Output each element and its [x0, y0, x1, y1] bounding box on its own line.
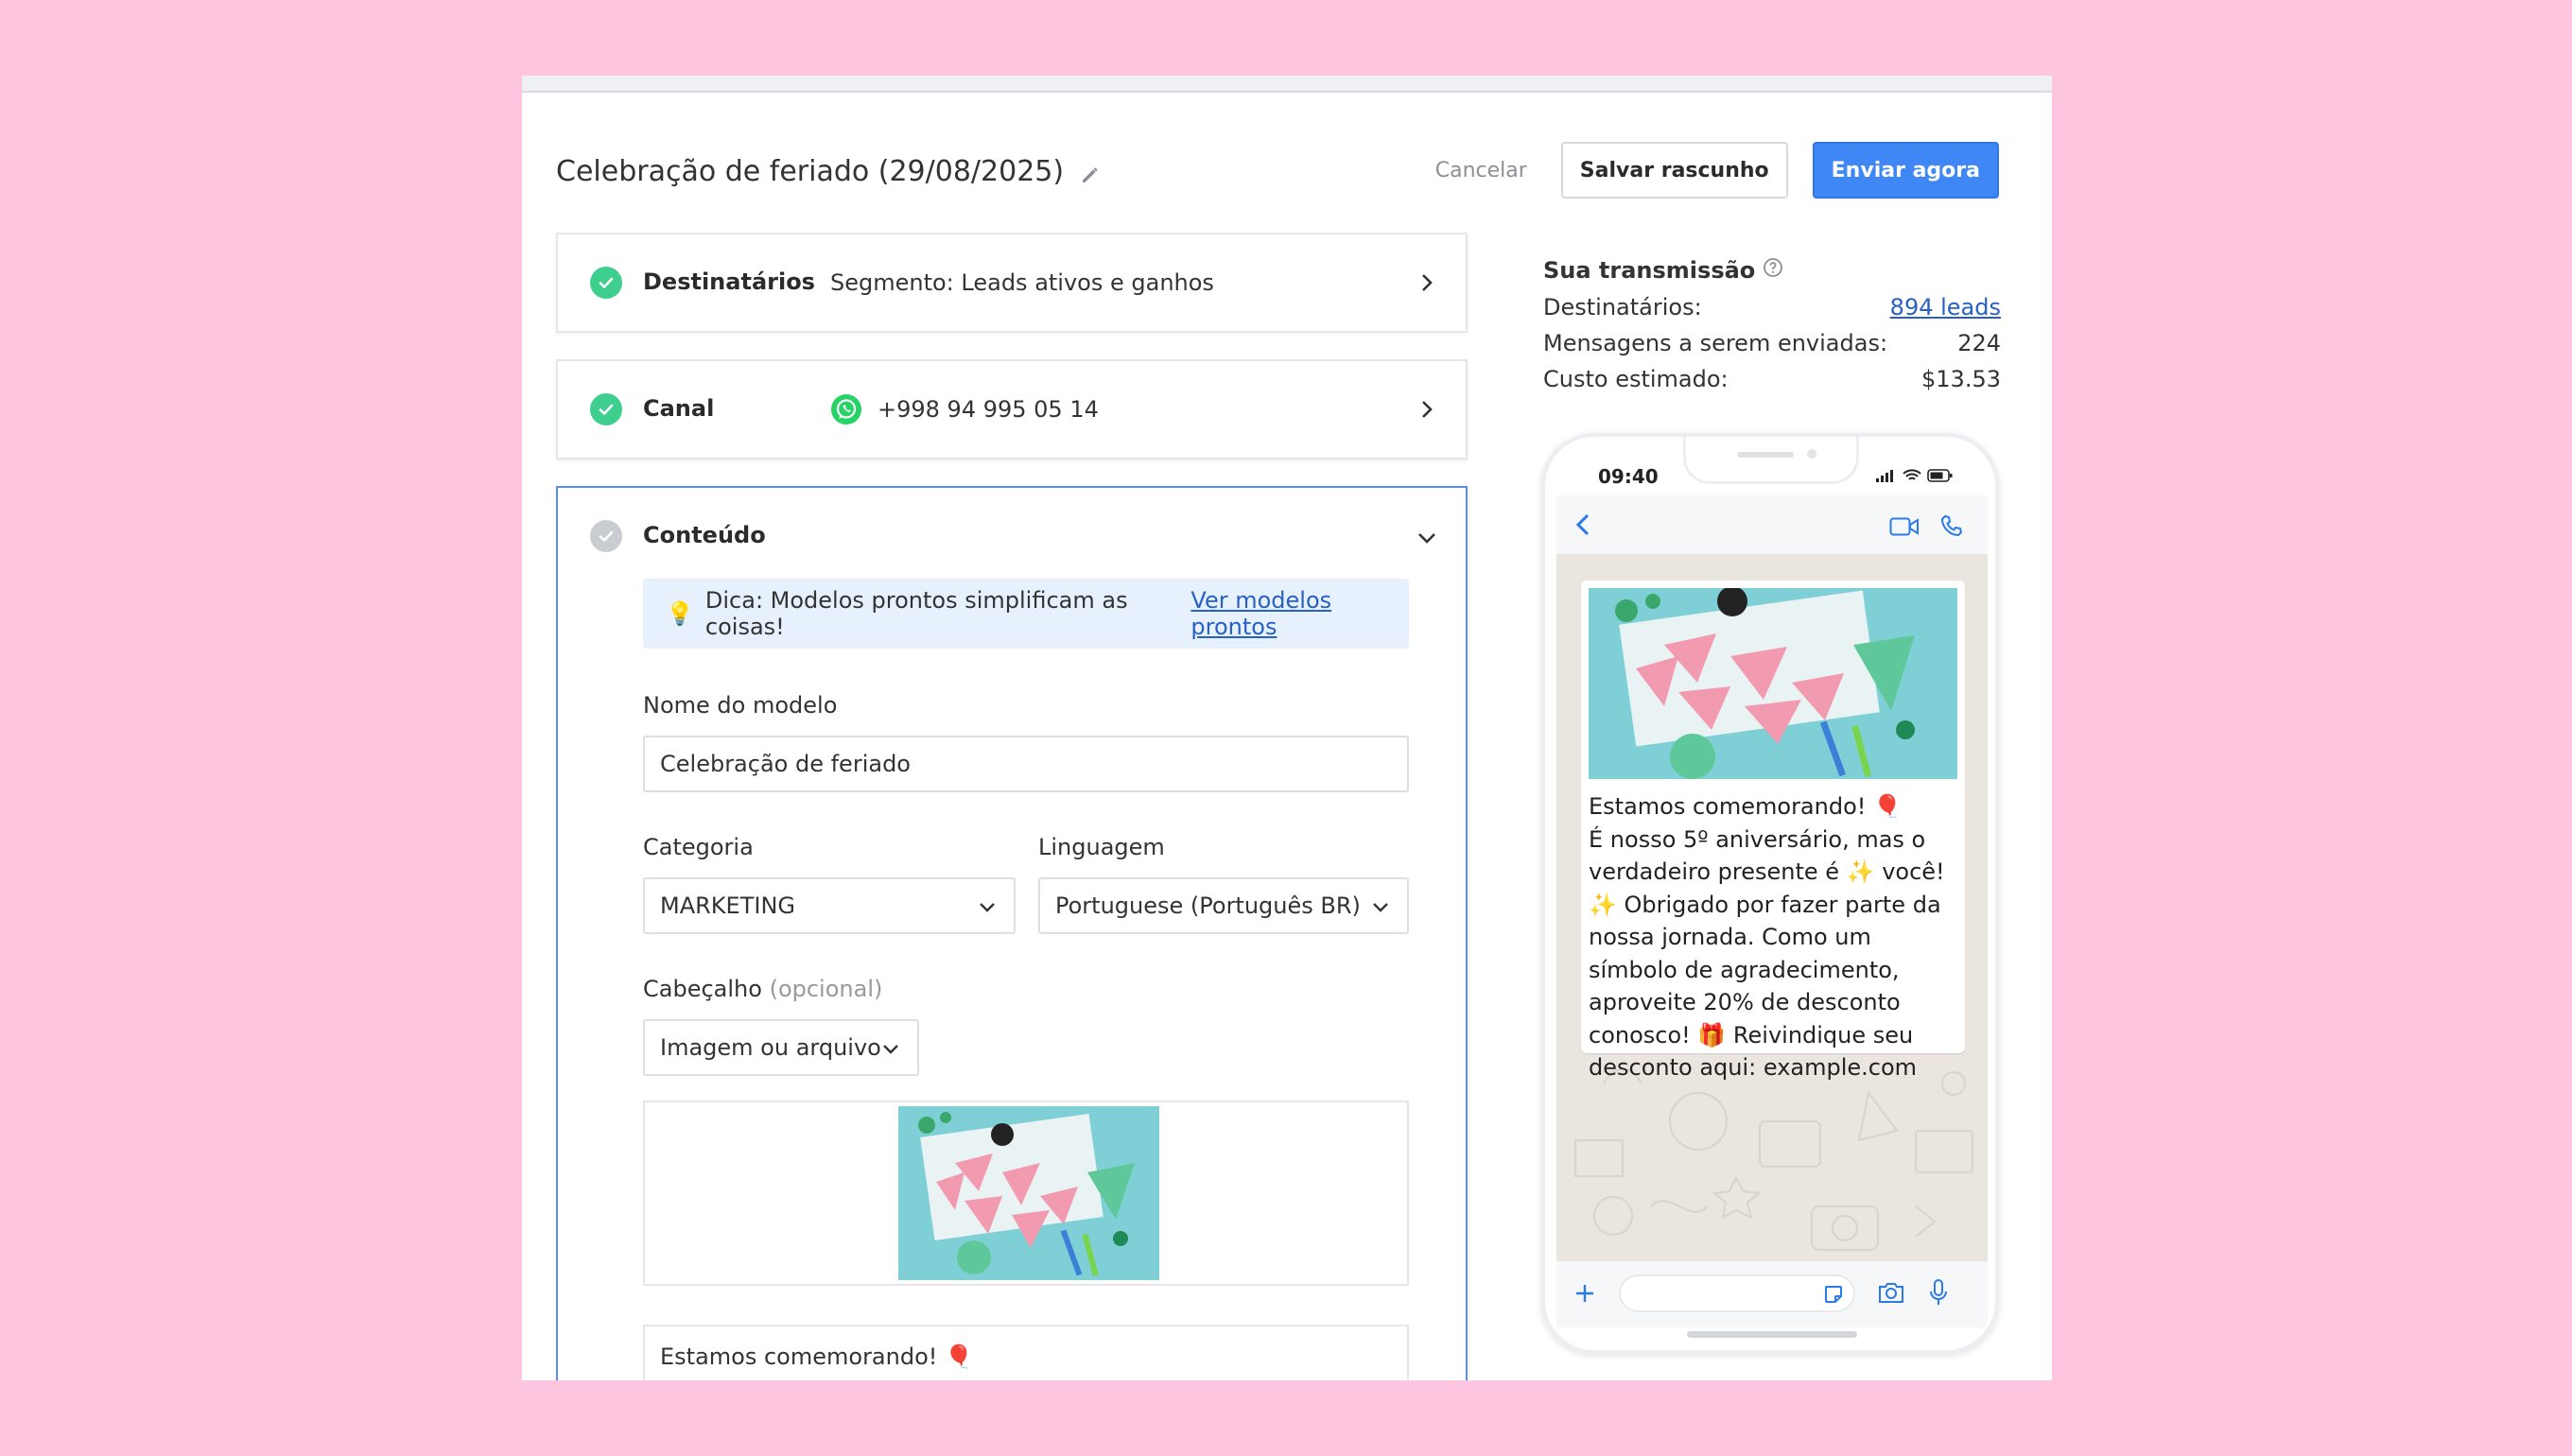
camera-icon[interactable] [1878, 1280, 1904, 1305]
header-image-preview-box[interactable] [643, 1101, 1409, 1286]
tip-text: Dica: Modelos prontos simplificam as coi… [704, 587, 1128, 640]
language-label: Linguagem [1038, 834, 1165, 860]
chevron-right-icon [1422, 401, 1433, 418]
content-label: Conteúdo [643, 522, 766, 548]
channel-phone-number: +998 94 995 05 14 [878, 396, 1099, 423]
broadcast-editor: Celebração de feriado (29/08/2025) Cance… [522, 76, 2052, 1380]
chevron-down-icon [980, 903, 995, 912]
whatsapp-chat-area: Estamos comemorando! 🎈 É nosso 5º aniver… [1556, 554, 1988, 1261]
header-type-select[interactable]: Imagem ou arquivo [643, 1019, 919, 1076]
signal-icon [1876, 470, 1893, 482]
summary-title: Sua transmissão [1543, 257, 1756, 284]
sticker-icon[interactable] [1823, 1284, 1844, 1305]
check-icon [590, 520, 622, 552]
status-icons [1876, 469, 1954, 482]
tip-banner: 💡 Dica: Modelos prontos simplificam as c… [643, 579, 1409, 649]
whatsapp-icon [830, 393, 862, 425]
summary-recipients-label: Destinatários: [1543, 294, 1702, 321]
recipients-label: Destinatários [643, 269, 815, 295]
summary-recipients-row: Destinatários: 894 leads [1543, 289, 2001, 325]
summary-cost-value: $13.53 [1921, 366, 2001, 392]
chevron-down-icon [883, 1045, 898, 1054]
summary-cost-label: Custo estimado: [1543, 366, 1729, 392]
header-type-value: Imagem ou arquivo [660, 1034, 881, 1061]
whatsapp-header [1556, 495, 1988, 554]
summary-messages-label: Mensagens a serem enviadas: [1543, 330, 1888, 356]
phone-call-icon[interactable] [1940, 514, 1963, 537]
battery-icon [1927, 469, 1953, 482]
edit-pencil-icon[interactable] [1079, 161, 1102, 183]
header-optional-text: (opcional) [769, 976, 883, 1002]
phone-preview: 09:40 Estamos comemorando! 🎈 É nosso 5º … [1541, 433, 1999, 1354]
templates-link[interactable]: Ver modelos prontos [1190, 587, 1409, 640]
chat-text-input[interactable] [1619, 1274, 1855, 1312]
channel-label: Canal [643, 395, 715, 422]
template-name-input[interactable]: Celebração de feriado [643, 736, 1409, 792]
check-icon [590, 267, 622, 299]
summary-messages-row: Mensagens a serem enviadas: 224 [1543, 325, 2001, 361]
chevron-down-icon [1373, 903, 1388, 912]
lightbulb-icon: 💡 [666, 600, 694, 627]
header-label-text: Cabeçalho [643, 976, 762, 1002]
microphone-icon[interactable] [1929, 1278, 1948, 1307]
chevron-down-icon[interactable] [1416, 528, 1437, 548]
message-bubble: Estamos comemorando! 🎈 É nosso 5º aniver… [1581, 581, 1965, 1081]
category-value: MARKETING [660, 893, 795, 919]
campaign-title-text: Celebração de feriado (29/08/2025) [556, 155, 1065, 188]
cancel-button[interactable]: Cancelar [1426, 159, 1537, 182]
language-value: Portuguese (Português BR) [1055, 893, 1361, 919]
whatsapp-input-bar [1556, 1261, 1988, 1327]
template-name-label: Nome do modelo [643, 692, 838, 719]
bubble-header-image [1589, 588, 1957, 779]
category-select[interactable]: MARKETING [643, 877, 1016, 934]
plus-icon[interactable] [1573, 1282, 1596, 1305]
video-call-icon[interactable] [1889, 516, 1920, 537]
bubble-message-text: Estamos comemorando! 🎈 É nosso 5º aniver… [1589, 793, 1945, 1081]
recipients-segment: Segmento: Leads ativos e ganhos [830, 269, 1214, 296]
recipients-card[interactable]: Destinatários Segmento: Leads ativos e g… [556, 233, 1468, 333]
template-name-value: Celebração de feriado [660, 751, 911, 777]
summary-messages-value: 224 [1957, 330, 2001, 356]
campaign-title: Celebração de feriado (29/08/2025) [556, 155, 1102, 188]
header-label: Cabeçalho (opcional) [643, 976, 882, 1002]
content-card: Conteúdo 💡 Dica: Modelos prontos simplif… [556, 486, 1468, 1380]
broadcast-summary: Sua transmissão Destinatários: 894 leads… [1543, 257, 2001, 397]
save-draft-button[interactable]: Salvar rascunho [1560, 142, 1788, 199]
wifi-icon [1903, 469, 1921, 480]
back-arrow-icon[interactable] [1573, 512, 1594, 537]
party-cake-image [898, 1106, 1159, 1280]
check-icon [590, 393, 622, 425]
header-actions: Cancelar Salvar rascunho Enviar agora [1426, 142, 1999, 199]
channel-card[interactable]: Canal +998 94 995 05 14 [556, 359, 1468, 459]
phone-time: 09:40 [1598, 465, 1659, 488]
top-bar [522, 76, 2052, 93]
chevron-right-icon [1422, 274, 1433, 291]
summary-cost-row: Custo estimado: $13.53 [1543, 361, 2001, 397]
home-indicator [1687, 1331, 1857, 1338]
language-select[interactable]: Portuguese (Português BR) [1038, 877, 1409, 934]
message-first-line: Estamos comemorando! 🎈 [660, 1343, 973, 1370]
category-label: Categoria [643, 834, 754, 860]
help-icon[interactable] [1763, 257, 1783, 284]
summary-recipients-link[interactable]: 894 leads [1890, 294, 2001, 321]
send-now-button[interactable]: Enviar agora [1812, 142, 1999, 199]
phone-notch [1683, 437, 1859, 484]
message-body-input[interactable]: Estamos comemorando! 🎈 [643, 1325, 1409, 1380]
